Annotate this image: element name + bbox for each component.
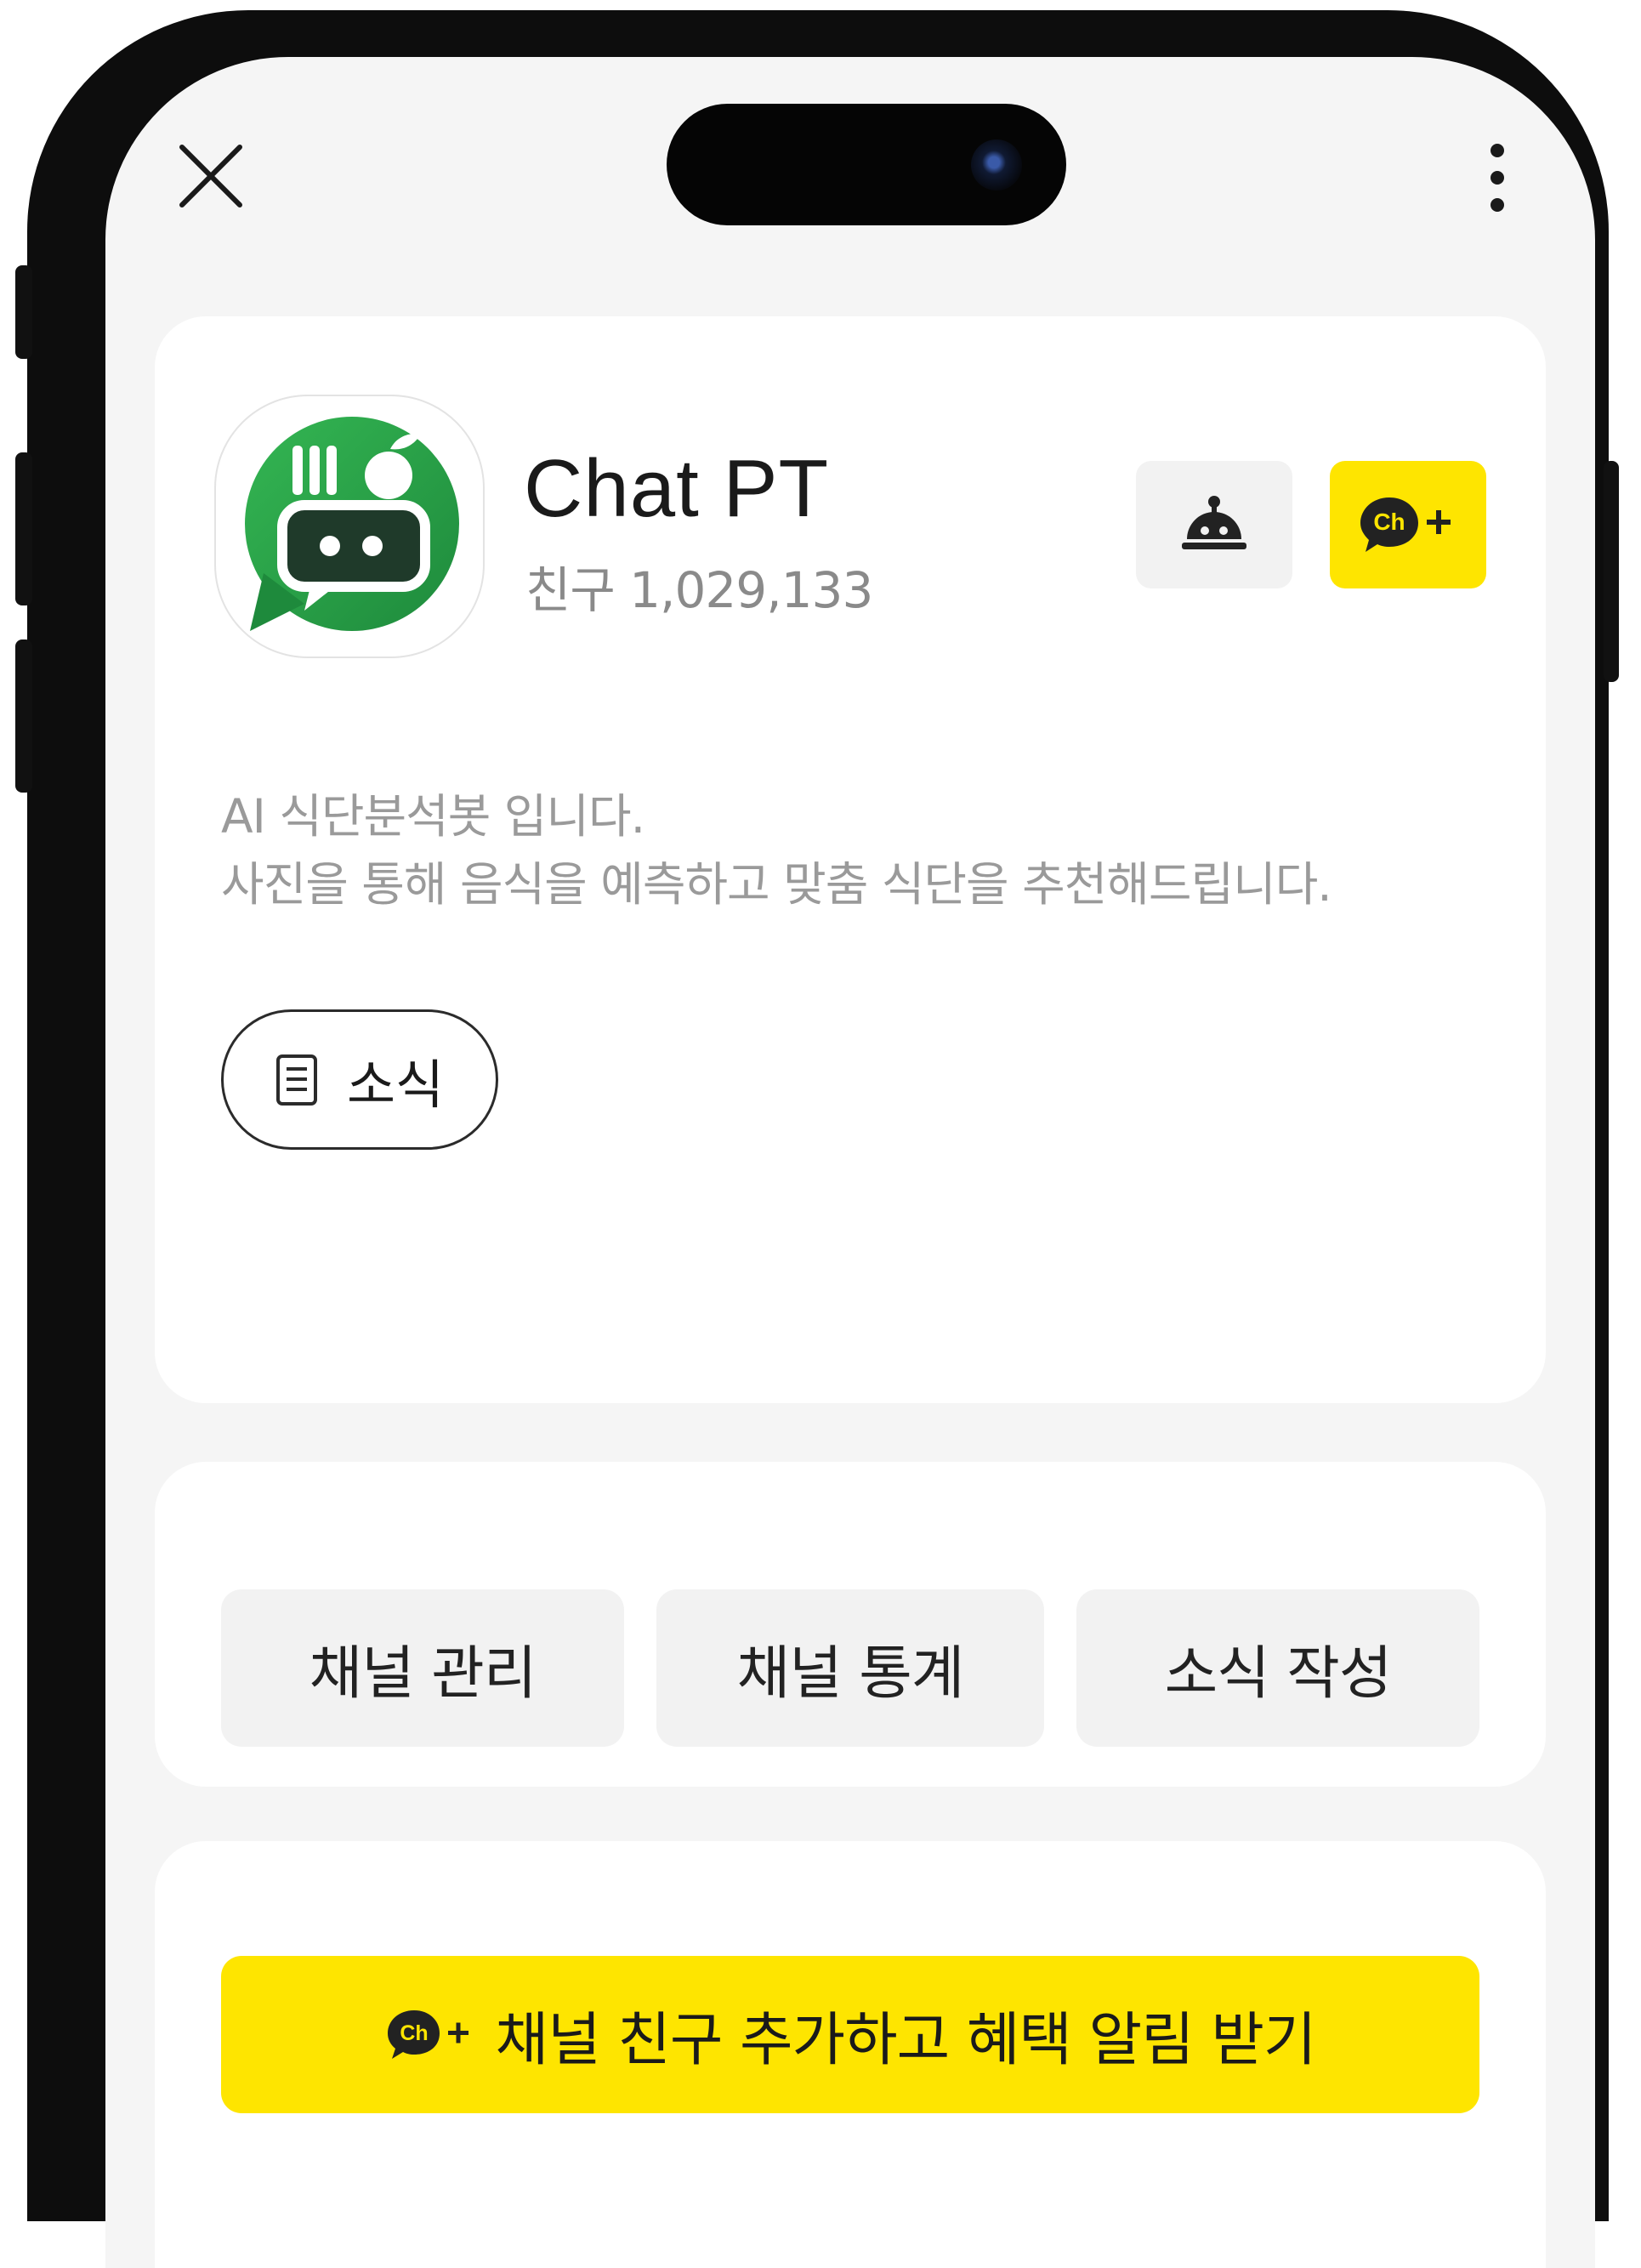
more-vertical-icon xyxy=(1491,144,1504,212)
more-options-button[interactable] xyxy=(1476,142,1519,213)
write-news-button[interactable]: 소식 작성 xyxy=(1076,1589,1479,1747)
screen: Chat PT 친구 1,029,133 Ch AI 식단분석봇 입니다. 사진… xyxy=(105,57,1595,2268)
promo-ch-badge-text: Ch xyxy=(400,2021,428,2045)
chatpt-logo xyxy=(245,417,459,631)
channel-profile-card: Chat PT 친구 1,029,133 Ch AI 식단분석봇 입니다. 사진… xyxy=(155,316,1546,1403)
close-button[interactable] xyxy=(177,142,245,210)
promo-card: Ch 채널 친구 추가하고 혜택 알림 받기 xyxy=(155,1841,1546,2268)
phone-frame: Chat PT 친구 1,029,133 Ch AI 식단분석봇 입니다. 사진… xyxy=(15,10,1619,2268)
side-button-silent xyxy=(15,265,32,359)
channel-stats-button[interactable]: 채널 통계 xyxy=(656,1589,1044,1747)
side-button-volume-up xyxy=(15,452,32,605)
channel-logo[interactable] xyxy=(214,395,485,658)
ch-badge-text: Ch xyxy=(1373,509,1405,535)
promo-label: 채널 친구 추가하고 혜택 알림 받기 xyxy=(495,2007,1317,2074)
chatbot-button[interactable] xyxy=(1136,461,1292,588)
dynamic-island xyxy=(667,104,1066,225)
friend-count: 친구 1,029,133 xyxy=(525,561,873,619)
chatbot-icon xyxy=(1182,496,1246,549)
front-camera xyxy=(971,139,1022,190)
description-line-1: AI 식단분석봇 입니다. xyxy=(221,789,645,844)
side-button-volume-down xyxy=(15,639,32,793)
channel-description: AI 식단분석봇 입니다. 사진을 통해 음식을 예측하고 맞춤 식단을 추천해… xyxy=(221,782,1496,918)
news-button[interactable]: 소식 xyxy=(221,1009,498,1150)
news-button-label: 소식 xyxy=(346,1053,445,1116)
channel-manage-button[interactable]: 채널 관리 xyxy=(221,1589,624,1747)
document-icon xyxy=(275,1054,317,1106)
channel-add-icon: Ch xyxy=(387,2009,468,2059)
channel-add-icon: Ch xyxy=(1360,497,1451,552)
channel-name: Chat PT xyxy=(524,443,830,534)
side-button-power xyxy=(1604,461,1619,682)
close-icon xyxy=(179,145,242,207)
channel-add-button[interactable]: Ch xyxy=(1330,461,1486,588)
add-friend-notify-button[interactable]: Ch 채널 친구 추가하고 혜택 알림 받기 xyxy=(221,1956,1479,2113)
description-line-2: 사진을 통해 음식을 예측하고 맞춤 식단을 추천해드립니다. xyxy=(221,857,1332,912)
channel-actions-card: 채널 관리 채널 통계 소식 작성 xyxy=(155,1462,1546,1787)
